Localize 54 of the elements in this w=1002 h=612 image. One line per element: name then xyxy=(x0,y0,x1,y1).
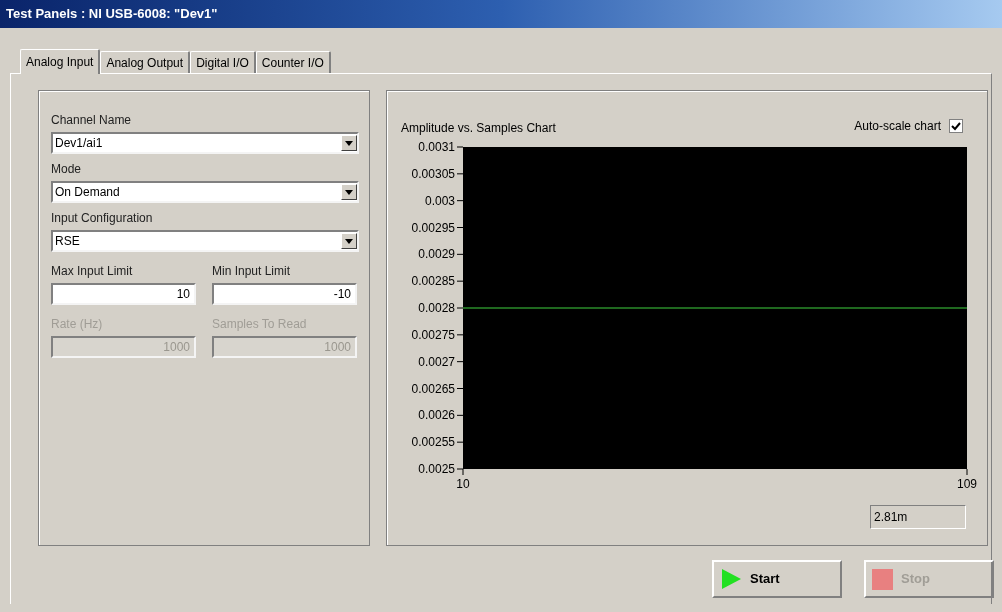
numeric-field[interactable]: 10 xyxy=(51,283,196,305)
y-tick-label: 0.0026 xyxy=(418,408,456,423)
y-tick: 0.00265 xyxy=(411,381,464,396)
y-tick-label: 0.00275 xyxy=(411,327,456,342)
stop-icon xyxy=(872,568,893,590)
y-tick: 0.0028 xyxy=(418,301,464,315)
field-label: Input Configuration xyxy=(51,210,154,227)
y-tick: 0.00255 xyxy=(411,435,464,450)
y-tick: 0.0027 xyxy=(418,354,464,369)
tab[interactable]: Digital I/O xyxy=(190,51,256,73)
y-tick: 0.0029 xyxy=(418,247,464,262)
y-tick: 0.00285 xyxy=(411,274,464,289)
y-tick: 0.00295 xyxy=(411,220,464,235)
y-tick-label: 0.00285 xyxy=(411,274,456,289)
tab[interactable]: Counter I/O xyxy=(255,51,331,73)
y-tick: 0.00305 xyxy=(411,166,464,181)
play-icon xyxy=(720,568,742,590)
dropdown[interactable]: Dev1/ai1 xyxy=(51,132,359,154)
checkmark-icon xyxy=(951,121,961,131)
y-tick-label: 0.00295 xyxy=(411,220,456,235)
x-tick: 109 xyxy=(957,468,977,491)
tab[interactable]: Analog Input xyxy=(20,49,101,74)
chart-title: Amplitude vs. Samples Chart xyxy=(401,120,556,137)
field-label: Mode xyxy=(51,161,83,178)
y-tick-label: 0.00255 xyxy=(411,435,456,450)
y-tick-label: 0.0031 xyxy=(418,140,456,154)
y-tick-label: 0.00305 xyxy=(411,166,456,181)
y-tick: 0.003 xyxy=(424,193,464,208)
y-tick-label: 0.0029 xyxy=(418,247,456,262)
y-tick-label: 0.00265 xyxy=(411,381,456,396)
caret-icon xyxy=(341,233,357,249)
x-tick-label: 10 xyxy=(456,477,470,491)
numeric-field[interactable]: -10 xyxy=(212,283,357,305)
caret-icon xyxy=(341,135,357,151)
start-button[interactable]: Start xyxy=(712,560,842,598)
caret-icon xyxy=(341,184,357,200)
dropdown[interactable]: RSE xyxy=(51,230,359,252)
checkbox[interactable] xyxy=(949,119,963,133)
y-tick: 0.0031 xyxy=(418,140,464,154)
field-label: Channel Name xyxy=(51,112,133,129)
y-tick: 0.0026 xyxy=(418,408,464,423)
tab[interactable]: Analog Output xyxy=(100,51,191,73)
y-tick-label: 0.0025 xyxy=(418,462,456,476)
y-tick-label: 0.0027 xyxy=(418,354,456,369)
y-tick-label: 0.003 xyxy=(424,193,456,208)
y-tick: 0.00275 xyxy=(411,327,464,342)
y-tick-label: 0.0028 xyxy=(418,301,456,315)
checkbox-label: Auto-scale chart xyxy=(854,118,941,135)
dropdown[interactable]: On Demand xyxy=(51,181,359,203)
value-readout: 2.81m xyxy=(870,505,966,529)
field-label: Max Input Limit xyxy=(51,263,134,280)
field-label: Min Input Limit xyxy=(212,263,292,280)
window-title: Test Panels : NI USB-6008: "Dev1" xyxy=(0,0,1002,28)
x-tick-label: 109 xyxy=(956,477,978,491)
